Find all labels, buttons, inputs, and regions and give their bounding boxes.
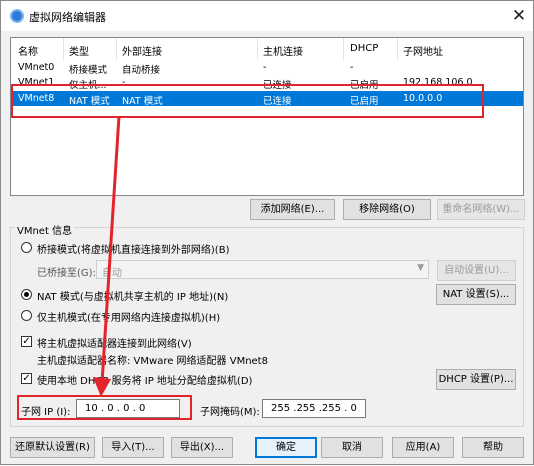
cancel-button[interactable]: 取消 — [321, 437, 383, 458]
column-header-subnet[interactable]: 子网地址 — [403, 43, 443, 58]
subnet-ip-input[interactable]: 10 . 0 . 0 . 0 — [76, 399, 180, 418]
chevron-down-icon: ▼ — [417, 263, 424, 273]
column-divider — [63, 38, 64, 60]
title-bar: 虚拟网络编辑器 ✕ — [1, 1, 533, 31]
nat-mode-radio[interactable] — [21, 289, 32, 300]
cell-type: 桥接模式 — [69, 65, 108, 76]
export-button[interactable]: 导出(X)... — [171, 437, 233, 458]
highlight-box-vmnet8 — [11, 84, 484, 118]
nat-mode-label[interactable]: NAT 模式(与虚拟机共享主机的 IP 地址)(N) — [37, 288, 228, 303]
help-button[interactable]: 帮助 — [462, 437, 524, 458]
add-network-button[interactable]: 添加网络(E)... — [250, 199, 335, 220]
dhcp-settings-button[interactable]: DHCP 设置(P)... — [436, 369, 516, 390]
connect-adapter-checkbox[interactable]: ✓ — [21, 336, 32, 347]
bridged-to-label: 已桥接至(G): — [37, 268, 96, 279]
bridged-to-select[interactable]: 自动 ▼ — [96, 260, 429, 279]
connect-adapter-label[interactable]: 将主机虚拟适配器连接到此网络(V) — [37, 335, 192, 350]
bridge-mode-label[interactable]: 桥接模式(将虚拟机直接连接到外部网络)(B) — [37, 241, 229, 256]
virtual-network-editor-window: 虚拟网络编辑器 ✕ 名称 类型 外部连接 主机连接 DHCP 子网地址 VMne… — [0, 0, 534, 465]
cell-host: - — [263, 62, 267, 73]
import-button[interactable]: 导入(T)... — [102, 437, 164, 458]
window-title: 虚拟网络编辑器 — [29, 11, 106, 24]
network-row-vmnet0[interactable]: VMnet0 桥接模式 自动桥接 - - — [11, 60, 523, 76]
host-only-radio[interactable] — [21, 310, 32, 321]
column-header-external[interactable]: 外部连接 — [122, 43, 162, 58]
column-divider — [257, 38, 258, 60]
close-icon[interactable]: ✕ — [507, 4, 531, 28]
nat-settings-button[interactable]: NAT 设置(S)... — [436, 284, 516, 305]
subnet-mask-label: 子网掩码(M): — [200, 407, 260, 418]
auto-settings-button[interactable]: 自动设置(U)... — [437, 260, 516, 281]
use-dhcp-checkbox[interactable]: ✓ — [21, 373, 32, 384]
restore-defaults-button[interactable]: 还原默认设置(R) — [10, 437, 95, 458]
ok-button[interactable]: 确定 — [255, 437, 317, 458]
host-only-label[interactable]: 仅主机模式(在专用网络内连接虚拟机)(H) — [37, 309, 220, 324]
rename-network-button[interactable]: 重命名网络(W)... — [437, 199, 525, 220]
column-header-host[interactable]: 主机连接 — [263, 43, 303, 58]
bridge-mode-radio[interactable] — [21, 242, 32, 253]
apply-button[interactable]: 应用(A) — [392, 437, 454, 458]
cell-name: VMnet0 — [18, 62, 55, 73]
adapter-name-text: 主机虚拟适配器名称: VMware 网络适配器 VMnet8 — [37, 356, 268, 367]
column-divider — [397, 38, 398, 60]
column-divider — [343, 38, 344, 60]
subnet-mask-input[interactable]: 255 .255 .255 . 0 — [262, 399, 366, 418]
cell-dhcp: - — [350, 62, 354, 73]
column-header-type[interactable]: 类型 — [69, 43, 89, 58]
column-header-name[interactable]: 名称 — [18, 43, 38, 58]
list-header: 名称 类型 外部连接 主机连接 DHCP 子网地址 — [11, 38, 523, 60]
network-globe-icon — [10, 9, 24, 23]
remove-network-button[interactable]: 移除网络(O) — [343, 199, 431, 220]
column-header-dhcp[interactable]: DHCP — [350, 43, 378, 54]
use-dhcp-label[interactable]: 使用本地 DHCP 服务将 IP 地址分配给虚拟机(D) — [37, 372, 252, 387]
bridged-to-value: 自动 — [102, 268, 122, 279]
vmnet-info-title: VMnet 信息 — [15, 222, 75, 237]
cell-external: 自动桥接 — [122, 65, 161, 76]
subnet-ip-label: 子网 IP (I): — [21, 407, 71, 418]
column-divider — [116, 38, 117, 60]
